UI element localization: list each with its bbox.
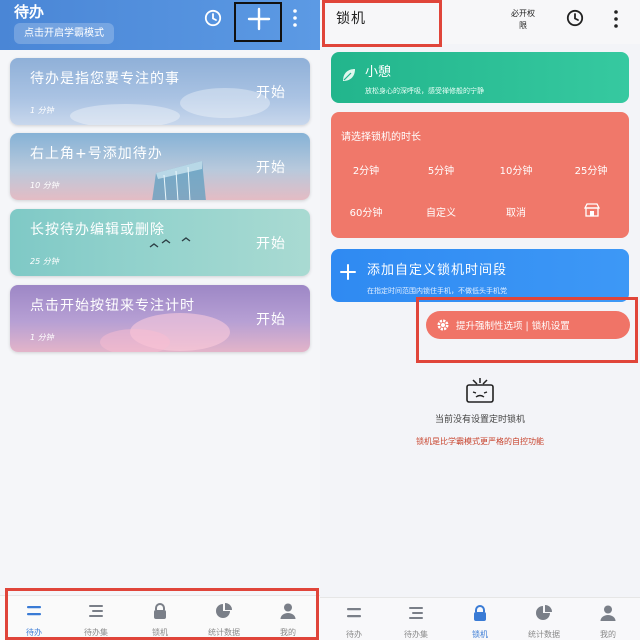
duration-option-custom[interactable]: 自定义 — [406, 204, 476, 219]
todo-card-title: 待办是指您要专注的事 — [30, 71, 180, 87]
duration-option-2min[interactable]: 2分钟 — [331, 162, 401, 177]
start-button[interactable]: 开始 — [256, 157, 286, 177]
clock-icon[interactable] — [204, 9, 222, 27]
duration-panel-title: 请选择锁机的时长 — [341, 132, 421, 143]
cloud-decoration — [100, 329, 170, 352]
add-custom-segment-card[interactable]: 添加自定义锁机时间段 在指定时间范围内锁住手机，不做低头手机党 — [331, 249, 629, 302]
permission-button[interactable]: 必开权限 — [510, 8, 536, 32]
gear-icon — [437, 319, 449, 331]
mini-break-card[interactable]: 小憩 放松身心的深呼吸，感受禅修般的宁静 — [331, 52, 629, 103]
nav-label: 锁机 — [472, 630, 488, 639]
add-segment-title: 添加自定义锁机时间段 — [367, 263, 508, 278]
duration-option-10min[interactable]: 10分钟 — [481, 162, 551, 177]
add-button-highlight — [234, 2, 282, 42]
start-button[interactable]: 开始 — [256, 309, 286, 329]
pie-chart-icon — [536, 605, 552, 620]
leaf-icon — [343, 69, 355, 81]
todo-card[interactable]: 点击开始按钮来专注计时 1 分钟 开始 — [10, 285, 310, 352]
duration-option-25min[interactable]: 25分钟 — [556, 162, 626, 177]
nav-item-todo[interactable]: 待办 — [322, 598, 386, 640]
clock-icon[interactable] — [566, 9, 584, 27]
duration-panel: 请选择锁机的时长 2分钟 5分钟 10分钟 25分钟 60分钟 自定义 取消 — [331, 112, 629, 238]
store-icon[interactable] — [584, 203, 600, 217]
mini-break-title: 小憩 — [365, 65, 392, 80]
todo-card-title: 右上角+号添加待办 — [30, 146, 163, 162]
start-button[interactable]: 开始 — [256, 82, 286, 102]
study-mode-button[interactable]: 点击开启学霸模式 — [14, 23, 114, 44]
todo-card-title: 点击开始按钮来专注计时 — [30, 298, 195, 314]
building-illustration — [152, 161, 206, 200]
todo-screen: 待办 点击开启学霸模式 待办是指您要专注的事 1 分钟 开始 右上角+号添加待办… — [0, 0, 320, 640]
todo-card[interactable]: 右上角+号添加待办 10 分钟 开始 — [10, 133, 310, 200]
todo-card-duration: 25 分钟 — [30, 257, 59, 266]
todo-card-duration: 1 分钟 — [30, 333, 54, 342]
todo-card-duration: 10 分钟 — [30, 181, 59, 190]
user-icon — [600, 605, 616, 621]
lock-screen: 锁机 必开权限 小憩 放松身心的深呼吸，感受禅修般的宁静 请选择锁机的时长 2分… — [320, 0, 640, 640]
cloud-decoration — [70, 104, 180, 125]
duration-option-cancel[interactable]: 取消 — [481, 204, 551, 219]
nav-label: 待办 — [346, 630, 362, 639]
more-vertical-icon[interactable] — [612, 9, 620, 29]
empty-state-text: 当前没有设置定时锁机 — [434, 415, 525, 425]
add-segment-subtitle: 在指定时间范围内锁住手机，不做低头手机党 — [367, 287, 507, 295]
more-vertical-icon[interactable] — [291, 8, 299, 28]
todo-card-duration: 1 分钟 — [30, 106, 54, 115]
start-button[interactable]: 开始 — [256, 233, 286, 253]
nav-label: 待办集 — [404, 630, 428, 639]
duration-option-5min[interactable]: 5分钟 — [406, 162, 476, 177]
nav-item-stats[interactable]: 统计数据 — [512, 598, 576, 640]
todo-list-icon — [347, 608, 361, 618]
page-title: 待办 — [14, 3, 45, 21]
nav-label: 我的 — [600, 630, 616, 639]
nav-item-profile[interactable]: 我的 — [576, 598, 640, 640]
nav-item-lock[interactable]: 锁机 — [448, 598, 512, 640]
plus-icon — [340, 264, 356, 280]
title-highlight — [322, 0, 442, 47]
todo-card-title: 长按待办编辑或删除 — [30, 222, 165, 238]
todo-set-icon — [409, 607, 423, 619]
lock-settings-label: 提升强制性选项 | 锁机设置 — [456, 321, 570, 332]
empty-state-note: 锁机是比学霸模式更严格的自控功能 — [416, 437, 544, 446]
bottom-nav-highlight — [5, 588, 319, 640]
lock-settings-button[interactable]: 提升强制性选项 | 锁机设置 — [426, 311, 630, 339]
nav-item-todo-set[interactable]: 待办集 — [384, 598, 448, 640]
duration-option-60min[interactable]: 60分钟 — [331, 204, 401, 219]
todo-card[interactable]: 长按待办编辑或删除 25 分钟 开始 — [10, 209, 310, 276]
bottom-nav: 待办 待办集 锁机 统计数据 我的 — [320, 597, 640, 640]
lock-icon — [474, 605, 486, 621]
empty-box-icon — [466, 378, 494, 403]
mini-break-subtitle: 放松身心的深呼吸，感受禅修般的宁静 — [365, 87, 484, 95]
todo-card[interactable]: 待办是指您要专注的事 1 分钟 开始 — [10, 58, 310, 125]
nav-label: 统计数据 — [528, 630, 560, 639]
